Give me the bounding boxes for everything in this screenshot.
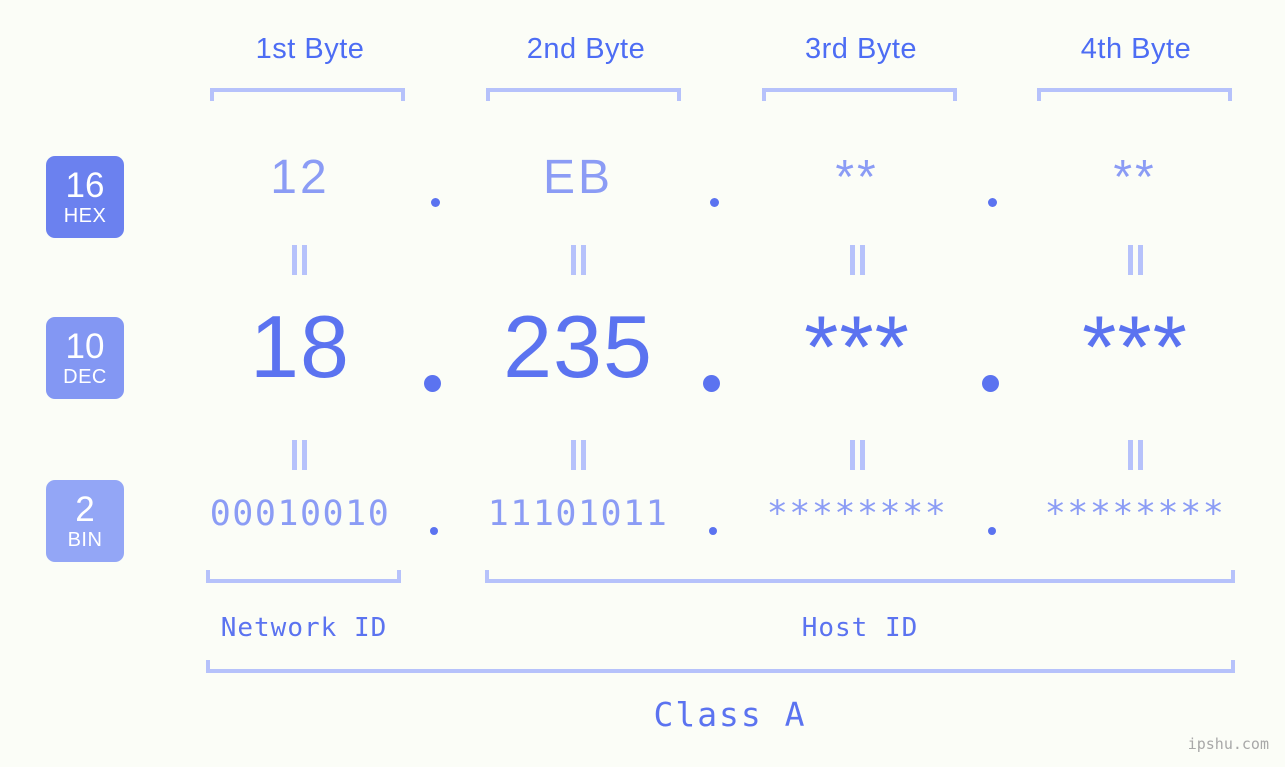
base-badge-bin-name: BIN <box>67 529 103 551</box>
dec-byte-4: *** <box>1082 297 1188 396</box>
byte-header-bracket-3 <box>762 88 957 101</box>
dec-byte-2: 235 <box>503 297 653 396</box>
hex-separator-dot-1 <box>431 198 440 207</box>
bin-byte-3: ******** <box>766 494 948 534</box>
base-badge-bin-number: 2 <box>75 490 95 529</box>
base-badge-bin[interactable]: 2 BIN <box>46 480 124 562</box>
class-bracket <box>206 660 1235 673</box>
bin-byte-4: ******** <box>1044 494 1226 534</box>
hex-byte-1: 12 <box>270 151 330 204</box>
class-label: Class A <box>653 695 807 734</box>
bin-byte-2: 11101011 <box>487 494 669 534</box>
ip-address-breakdown-diagram: 1st Byte 2nd Byte 3rd Byte 4th Byte 16 H… <box>0 0 1285 767</box>
equals-connector-dec-bin-2 <box>571 440 587 470</box>
byte-header-label-4: 4th Byte <box>1080 33 1192 65</box>
bin-separator-dot-1 <box>430 527 438 535</box>
byte-header-bracket-4 <box>1037 88 1232 101</box>
network-id-bracket <box>206 570 401 583</box>
site-watermark: ipshu.com <box>1187 735 1269 753</box>
byte-header-bracket-1 <box>210 88 405 101</box>
host-id-label: Host ID <box>801 613 919 643</box>
equals-connector-dec-bin-4 <box>1128 440 1144 470</box>
bin-separator-dot-2 <box>709 527 717 535</box>
byte-header-bracket-2 <box>486 88 681 101</box>
host-id-bracket <box>485 570 1235 583</box>
equals-connector-hex-dec-1 <box>292 245 308 275</box>
network-id-label: Network ID <box>220 613 388 643</box>
equals-connector-hex-dec-4 <box>1128 245 1144 275</box>
base-badge-dec-name: DEC <box>63 366 107 388</box>
hex-separator-dot-3 <box>988 198 997 207</box>
dec-byte-1: 18 <box>250 297 350 396</box>
equals-connector-dec-bin-1 <box>292 440 308 470</box>
hex-separator-dot-2 <box>710 198 719 207</box>
byte-header-label-1: 1st Byte <box>255 33 365 65</box>
dec-separator-dot-3 <box>982 375 999 392</box>
dec-separator-dot-1 <box>424 375 441 392</box>
hex-byte-2: EB <box>542 151 614 204</box>
base-badge-dec[interactable]: 10 DEC <box>46 317 124 399</box>
equals-connector-hex-dec-3 <box>850 245 866 275</box>
dec-separator-dot-2 <box>703 375 720 392</box>
equals-connector-hex-dec-2 <box>571 245 587 275</box>
bin-separator-dot-3 <box>988 527 996 535</box>
hex-byte-4: ** <box>1113 151 1157 204</box>
base-badge-hex-number: 16 <box>65 166 105 205</box>
dec-byte-3: *** <box>804 297 910 396</box>
byte-header-label-2: 2nd Byte <box>526 33 646 65</box>
base-badge-dec-number: 10 <box>65 327 105 366</box>
base-badge-hex-name: HEX <box>63 205 107 227</box>
bin-byte-1: 00010010 <box>209 494 391 534</box>
hex-byte-3: ** <box>835 151 879 204</box>
equals-connector-dec-bin-3 <box>850 440 866 470</box>
base-badge-hex[interactable]: 16 HEX <box>46 156 124 238</box>
byte-header-label-3: 3rd Byte <box>805 33 917 65</box>
